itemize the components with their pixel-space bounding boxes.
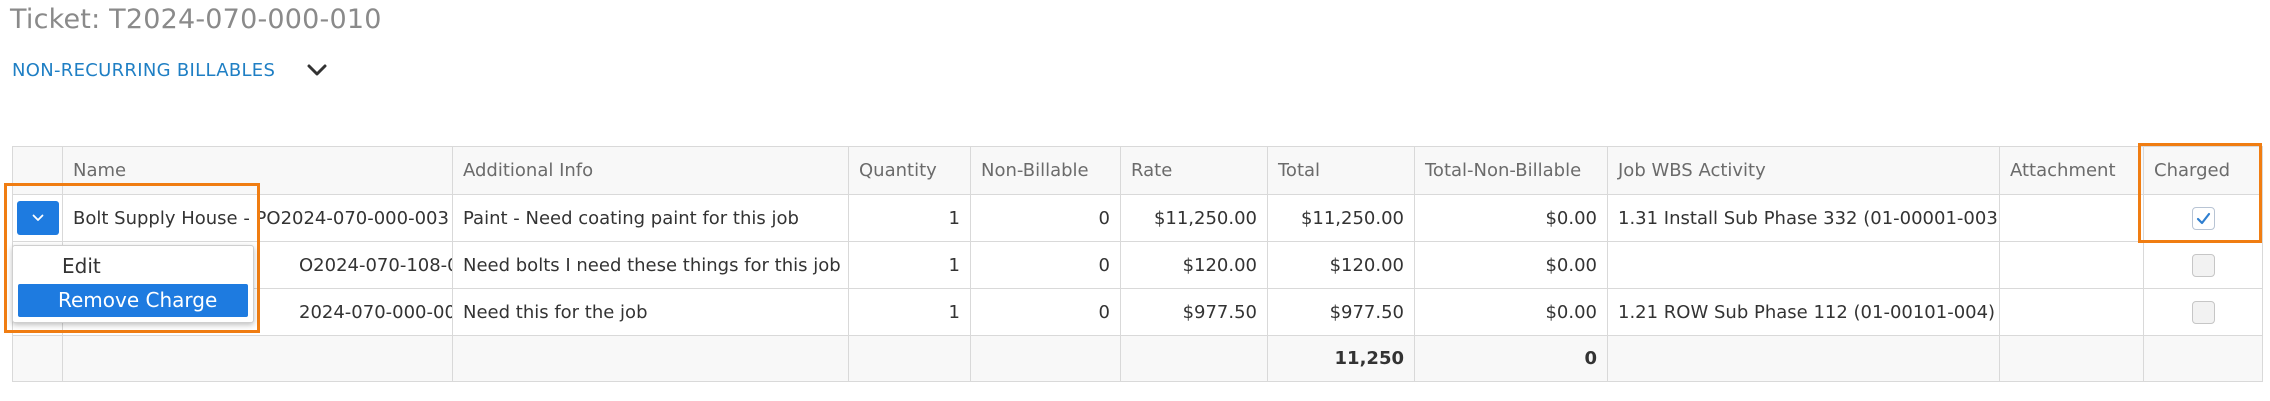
column-header-rate[interactable]: Rate — [1120, 146, 1268, 195]
cell-additional-info: Need bolts I need these things for this … — [452, 241, 849, 289]
cell-additional-info: Paint - Need coating paint for this job — [452, 194, 849, 242]
footer-cell-empty — [2143, 335, 2263, 382]
row-action-cell — [12, 194, 63, 242]
cell-rate: $11,250.00 — [1120, 194, 1268, 242]
section-header: NON-RECURRING BILLABLES — [12, 58, 331, 82]
table-row: 2024-070-000-001 Need this for the job 1… — [12, 288, 2263, 336]
cell-attachment — [1999, 288, 2144, 336]
table-row: O2024-070-108-001 Need bolts I need thes… — [12, 241, 2263, 289]
footer-total-non-billable: 0 — [1414, 335, 1608, 382]
cell-non-billable: 0 — [970, 194, 1121, 242]
cell-job-wbs-activity — [1607, 241, 2000, 289]
cell-rate: $977.50 — [1120, 288, 1268, 336]
column-header-actions — [12, 146, 63, 195]
cell-quantity: 1 — [848, 288, 971, 336]
row-action-button[interactable] — [16, 201, 59, 235]
column-header-quantity[interactable]: Quantity — [848, 146, 971, 195]
cell-quantity: 1 — [848, 241, 971, 289]
column-header-charged[interactable]: Charged — [2143, 146, 2263, 195]
cell-total-non-billable: $0.00 — [1414, 288, 1608, 336]
billables-table: Name Additional Info Quantity Non-Billab… — [12, 146, 2263, 382]
column-header-name[interactable]: Name — [62, 146, 453, 195]
cell-non-billable: 0 — [970, 241, 1121, 289]
footer-cell-empty — [1999, 335, 2144, 382]
section-toggle-button[interactable] — [303, 58, 331, 82]
footer-total: 11,250 — [1267, 335, 1415, 382]
cell-quantity: 1 — [848, 194, 971, 242]
cell-charged — [2143, 288, 2263, 336]
charged-checkbox[interactable] — [2191, 206, 2215, 230]
table-footer-row: 11,250 0 — [12, 335, 2263, 382]
checkmark-icon — [2196, 212, 2210, 224]
footer-cell-empty — [970, 335, 1121, 382]
cell-rate: $120.00 — [1120, 241, 1268, 289]
cell-attachment — [1999, 241, 2144, 289]
footer-cell-empty — [452, 335, 849, 382]
column-header-non-billable[interactable]: Non-Billable — [970, 146, 1121, 195]
cell-non-billable: 0 — [970, 288, 1121, 336]
cell-charged — [2143, 241, 2263, 289]
cell-total-non-billable: $0.00 — [1414, 241, 1608, 289]
menu-item-edit[interactable]: Edit — [18, 250, 248, 283]
page-title: Ticket: T2024-070-000-010 — [10, 4, 382, 35]
footer-cell-empty — [12, 335, 63, 382]
chevron-down-icon — [32, 214, 43, 221]
cell-job-wbs-activity: 1.21 ROW Sub Phase 112 (01-00101-004) — [1607, 288, 2000, 336]
column-header-total-non-billable[interactable]: Total-Non-Billable — [1414, 146, 1608, 195]
footer-cell-empty — [62, 335, 453, 382]
chevron-down-icon — [307, 64, 327, 76]
table-row: Bolt Supply House - PO2024-070-000-003 P… — [12, 194, 2263, 242]
charged-checkbox[interactable] — [2191, 300, 2215, 324]
cell-charged — [2143, 194, 2263, 242]
footer-cell-empty — [848, 335, 971, 382]
column-header-job-wbs-activity[interactable]: Job WBS Activity — [1607, 146, 2000, 195]
footer-cell-empty — [1607, 335, 2000, 382]
row-action-menu: Edit Remove Charge — [12, 245, 254, 323]
cell-job-wbs-activity: 1.31 Install Sub Phase 332 (01-00001-003… — [1607, 194, 2000, 242]
cell-name: Bolt Supply House - PO2024-070-000-003 — [62, 194, 453, 242]
charged-checkbox[interactable] — [2191, 253, 2215, 277]
cell-attachment — [1999, 194, 2144, 242]
table-header-row: Name Additional Info Quantity Non-Billab… — [12, 146, 2263, 195]
cell-total: $11,250.00 — [1267, 194, 1415, 242]
column-header-total[interactable]: Total — [1267, 146, 1415, 195]
cell-total-non-billable: $0.00 — [1414, 194, 1608, 242]
cell-additional-info: Need this for the job — [452, 288, 849, 336]
menu-item-remove-charge[interactable]: Remove Charge — [18, 284, 248, 317]
cell-total: $977.50 — [1267, 288, 1415, 336]
column-header-attachment[interactable]: Attachment — [1999, 146, 2144, 195]
section-title[interactable]: NON-RECURRING BILLABLES — [12, 60, 275, 81]
column-header-additional-info[interactable]: Additional Info — [452, 146, 849, 195]
footer-cell-empty — [1120, 335, 1268, 382]
cell-total: $120.00 — [1267, 241, 1415, 289]
